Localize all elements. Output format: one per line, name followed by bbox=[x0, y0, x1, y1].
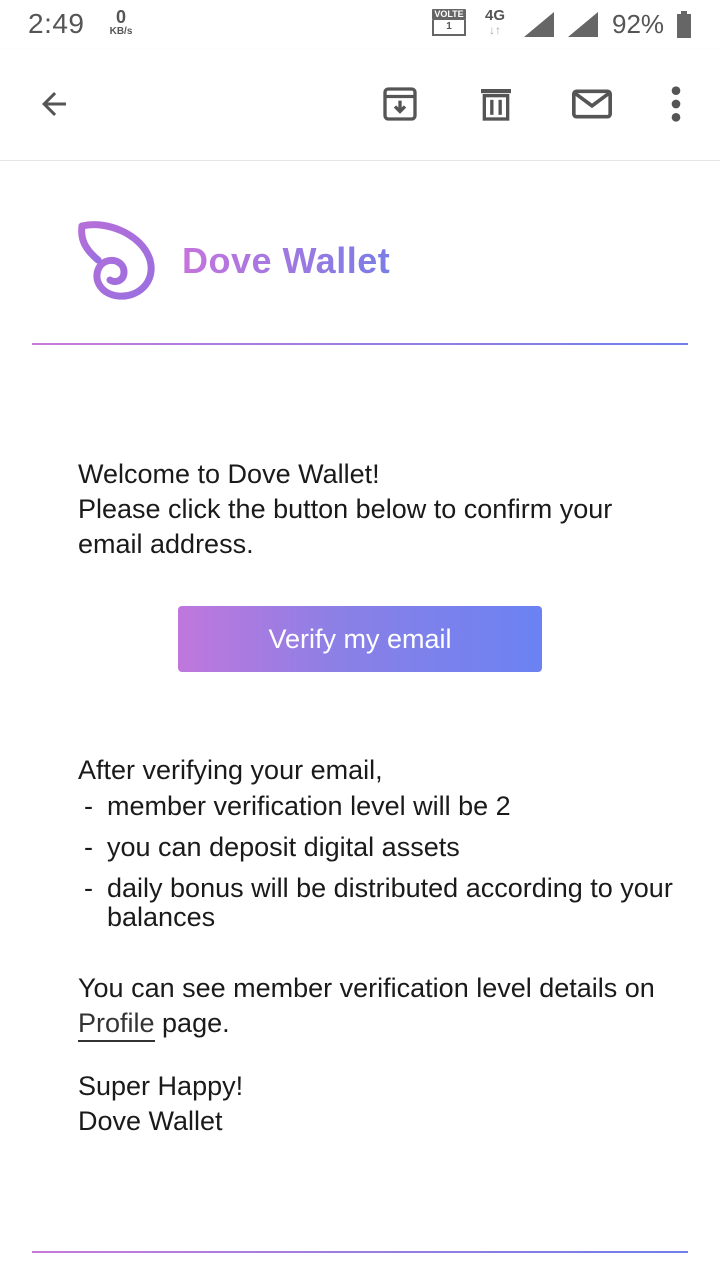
network-speed-unit: KB/s bbox=[109, 26, 133, 37]
signal-icon bbox=[524, 12, 554, 37]
intro-line-2: Please click the button below to confirm… bbox=[78, 494, 613, 559]
list-item-text: daily bonus will be distributed accordin… bbox=[107, 873, 673, 932]
profile-link[interactable]: Profile bbox=[78, 1008, 155, 1042]
bullet-marker: - bbox=[84, 791, 93, 821]
battery-icon bbox=[677, 11, 691, 38]
archive-icon bbox=[383, 87, 417, 121]
intro-text: Welcome to Dove Wallet! Please click the… bbox=[78, 457, 658, 562]
signoff-line-2: Dove Wallet bbox=[78, 1106, 223, 1136]
4g-icon: 4G ↓↑ bbox=[480, 8, 510, 36]
more-vert-icon bbox=[671, 86, 681, 122]
network-activity: ↓↑ bbox=[489, 23, 501, 37]
list-item: - daily bonus will be distributed accord… bbox=[78, 874, 678, 932]
after-verify-section: After verifying your email, - member ver… bbox=[78, 752, 678, 944]
status-time: 2:49 bbox=[28, 8, 85, 39]
signal-icon bbox=[568, 12, 598, 37]
delete-icon bbox=[481, 89, 511, 121]
status-bar: 2:49 0 KB/s VOLTE 1 4G ↓↑ 92% bbox=[0, 0, 720, 50]
profile-text-before: You can see member verification level de… bbox=[78, 973, 655, 1003]
list-item-text: member verification level will be 2 bbox=[107, 791, 511, 821]
volte-icon: VOLTE 1 bbox=[432, 9, 466, 37]
intro-line-1: Welcome to Dove Wallet! bbox=[78, 459, 380, 489]
signoff-line-1: Super Happy! bbox=[78, 1071, 244, 1101]
list-item: - member verification level will be 2 bbox=[78, 792, 678, 821]
list-item-text: you can deposit digital assets bbox=[107, 832, 460, 862]
network-speed: 0 KB/s bbox=[104, 8, 138, 37]
back-arrow-icon bbox=[42, 92, 66, 116]
header-divider bbox=[32, 343, 688, 345]
bullet-marker: - bbox=[84, 873, 93, 903]
brand-header: Dove Wallet bbox=[76, 219, 390, 303]
email-body: Dove Wallet Welcome to Dove Wallet! Plea… bbox=[0, 161, 720, 1280]
dove-wallet-logo-icon bbox=[78, 221, 155, 300]
benefits-list: - member verification level will be 2 - … bbox=[78, 792, 678, 932]
network-speed-value: 0 bbox=[115, 7, 126, 27]
footer-divider bbox=[32, 1251, 688, 1253]
mark-unread-button[interactable] bbox=[568, 80, 616, 128]
volte-sim: 1 bbox=[432, 20, 466, 36]
profile-paragraph: You can see member verification level de… bbox=[78, 971, 678, 1042]
delete-button[interactable] bbox=[472, 80, 520, 128]
volte-label: VOLTE bbox=[432, 9, 466, 20]
profile-text-after: page. bbox=[154, 1008, 230, 1038]
after-verify-lead: After verifying your email, bbox=[78, 755, 383, 785]
network-type: 4G bbox=[484, 7, 505, 24]
battery-percent: 92% bbox=[612, 9, 665, 39]
back-button[interactable] bbox=[30, 80, 78, 128]
bullet-marker: - bbox=[84, 832, 93, 862]
verify-email-button[interactable]: Verify my email bbox=[178, 606, 542, 672]
signoff: Super Happy! Dove Wallet bbox=[78, 1069, 678, 1139]
list-item: - you can deposit digital assets bbox=[78, 833, 678, 862]
archive-button[interactable] bbox=[376, 80, 424, 128]
more-options-button[interactable] bbox=[652, 80, 700, 128]
email-app-bar bbox=[0, 50, 720, 161]
brand-name: Dove Wallet bbox=[182, 240, 391, 281]
mail-icon bbox=[572, 89, 612, 119]
